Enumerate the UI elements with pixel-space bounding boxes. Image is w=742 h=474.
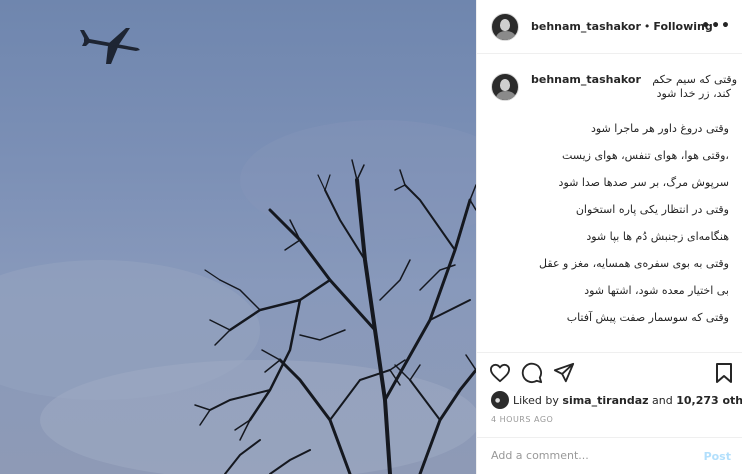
more-options-icon[interactable]: ••• bbox=[701, 18, 731, 34]
verse-line: وقتی به بوی سفره‌ی همسایه، مغز و عقل bbox=[539, 257, 729, 270]
post-header: behnam_tashakor • Following ••• bbox=[477, 0, 742, 54]
caption-avatar[interactable] bbox=[491, 73, 519, 101]
caption-first-line: وقتی که سیم حکم bbox=[652, 73, 737, 86]
likes-prefix: Liked by bbox=[513, 393, 559, 407]
liker-avatar[interactable]: ● bbox=[491, 391, 509, 409]
comment-bubble-icon[interactable] bbox=[521, 362, 543, 384]
paper-plane-icon[interactable] bbox=[553, 362, 575, 384]
post-comment-button[interactable]: Post bbox=[704, 450, 731, 463]
likes-middle: and bbox=[652, 393, 673, 407]
author-avatar[interactable] bbox=[491, 12, 519, 41]
verse-line: ،وقتی هوا، هوای تنفس، هوای زیست bbox=[562, 149, 729, 162]
verse-line: سرپوش مرگ، بر سر صدها صدا شود bbox=[558, 176, 729, 189]
separator-dot: • bbox=[643, 20, 651, 33]
verse-line: هنگامه‌ای زجنبش دُم ها بپا شود bbox=[586, 230, 729, 243]
caption-verses: وقتی دروغ داور هر ماجرا شود ،وقتی هوا، ه… bbox=[491, 115, 729, 331]
likes-count[interactable]: 10,273 others bbox=[676, 394, 742, 407]
post-sidebar: behnam_tashakor • Following ••• behnam_t… bbox=[476, 0, 742, 474]
liker-username[interactable]: sima_tirandaz bbox=[562, 394, 648, 407]
verse-line: وقتی در انتظار یکی پاره استخوان bbox=[575, 203, 729, 216]
post-timestamp[interactable]: 4 HOURS AGO bbox=[491, 415, 553, 424]
caption-area: behnam_tashakor وقتی که سیم حکم کند، زر … bbox=[477, 55, 742, 352]
caption-second-line: کند، زر خدا شود bbox=[656, 87, 731, 100]
airplane-silhouette bbox=[80, 28, 140, 64]
add-comment-bar: Post bbox=[477, 437, 742, 474]
verse-line: وقتی دروغ داور هر ماجرا شود bbox=[590, 122, 729, 135]
photo-scene bbox=[0, 28, 476, 474]
verse-line: بی اختیار معده شود، اشتها شود bbox=[584, 284, 729, 297]
post-photo[interactable] bbox=[0, 0, 476, 474]
post-actions: ● Liked by sima_tirandaz and 10,273 othe… bbox=[477, 352, 742, 474]
heart-icon[interactable] bbox=[489, 362, 511, 384]
bookmark-icon[interactable] bbox=[713, 362, 735, 384]
likes-summary: ● Liked by sima_tirandaz and 10,273 othe… bbox=[491, 391, 742, 409]
author-username[interactable]: behnam_tashakor bbox=[531, 20, 641, 33]
author-info: behnam_tashakor • Following bbox=[531, 20, 713, 33]
comment-input[interactable] bbox=[491, 449, 691, 462]
verse-line: وقتی که سوسمار صفت پیش آفتاب bbox=[566, 311, 729, 324]
